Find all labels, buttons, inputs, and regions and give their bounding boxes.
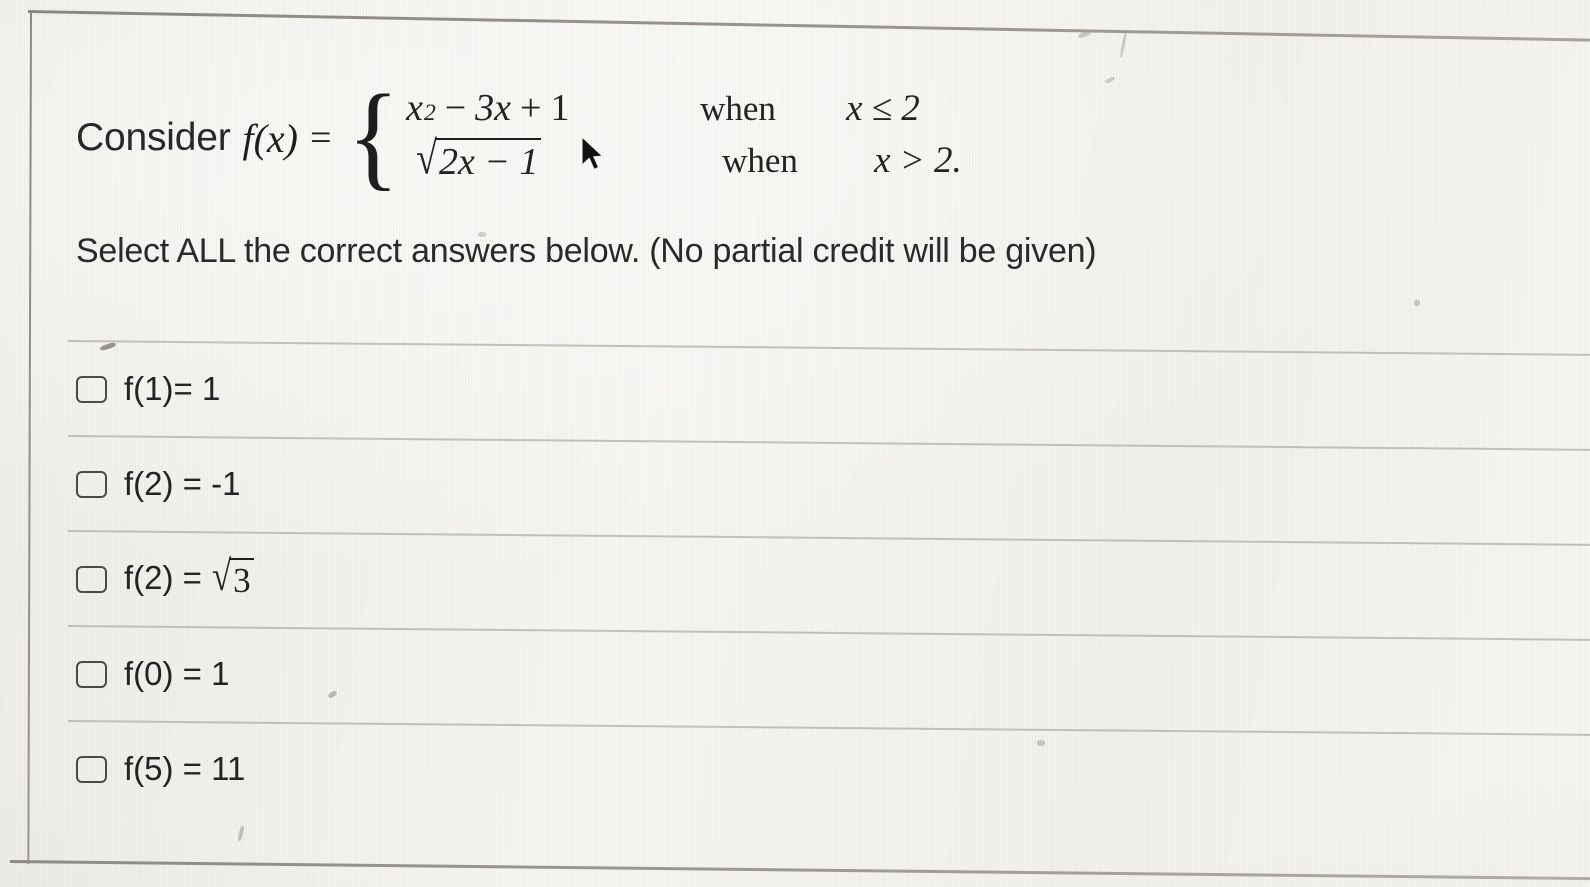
piecewise-branches: x2 − 3x + 1 when x ≤ 2 √ 2x − 1 when x >… xyxy=(406,86,962,190)
branch-1-plus: + xyxy=(520,87,542,129)
question-content: Consider f(x) = { x2 − 3x + 1 when x ≤ 2 xyxy=(0,0,1590,887)
branch-1-term3: 1 xyxy=(550,87,570,129)
answer-option-2-label: f(2) = -1 xyxy=(124,465,241,502)
answer-option-3-text: f(2) = xyxy=(124,559,202,597)
checkbox-option-2[interactable] xyxy=(76,470,107,498)
branch-1-when-label: when xyxy=(700,89,776,128)
branch-1-term2: 3x xyxy=(475,87,512,129)
branch-1-condition: x ≤ 2 xyxy=(846,88,920,129)
option-separator xyxy=(67,625,1590,641)
answer-option-3-label: f(2) = √ 3 xyxy=(124,552,254,600)
radical-group: √ 3 xyxy=(212,552,254,600)
answer-option-5[interactable]: f(5) = 11 xyxy=(76,743,245,795)
answer-option-3-radicand: 3 xyxy=(229,558,254,600)
branch-2-radical: √ 2x − 1 xyxy=(416,133,542,184)
branch-1-base: x xyxy=(406,87,423,129)
branch-1-expression: x2 − 3x + 1 xyxy=(406,86,666,130)
screen-photo: Consider f(x) = { x2 − 3x + 1 when x ≤ 2 xyxy=(0,0,1590,887)
option-separator xyxy=(67,340,1590,356)
option-separator xyxy=(67,435,1590,451)
checkbox-option-4[interactable] xyxy=(76,660,107,688)
option-separator xyxy=(67,530,1590,546)
function-label: f(x) xyxy=(242,115,298,161)
answer-option-1-label: f(1)= 1 xyxy=(124,370,221,407)
answer-option-5-label: f(5) = 11 xyxy=(124,750,246,787)
piecewise-branch-1: x2 − 3x + 1 when x ≤ 2 xyxy=(406,86,962,138)
checkbox-option-5[interactable] xyxy=(76,755,107,783)
equals-sign: = xyxy=(310,117,332,159)
answer-option-1[interactable]: f(1)= 1 xyxy=(76,363,220,415)
branch-2-condition: x > 2. xyxy=(874,140,962,181)
option-separator xyxy=(67,720,1590,736)
answer-option-3[interactable]: f(2) = √ 3 xyxy=(76,552,254,605)
answer-option-4-label: f(0) = 1 xyxy=(124,655,230,692)
branch-1-exponent: 2 xyxy=(423,100,436,126)
checkbox-option-1[interactable] xyxy=(76,375,107,403)
branch-2-expression: √ 2x − 1 xyxy=(406,133,676,184)
branch-2-when-label: when xyxy=(722,141,798,180)
answer-option-2[interactable]: f(2) = -1 xyxy=(76,458,240,510)
question-stem: Consider f(x) = { x2 − 3x + 1 when x ≤ 2 xyxy=(76,70,962,202)
consider-label: Consider xyxy=(76,116,231,159)
piecewise-brace: { xyxy=(347,70,400,202)
piecewise-branch-2: √ 2x − 1 when x > 2. xyxy=(406,133,962,190)
answer-option-3-radical: √ 3 xyxy=(212,552,254,600)
radical-sign-icon: √ xyxy=(211,552,232,600)
instruction-prompt: Select ALL the correct answers below. (N… xyxy=(76,232,1097,270)
radical-sign-icon: √ xyxy=(416,133,437,185)
branch-2-radicand: 2x − 1 xyxy=(434,138,542,183)
branch-1-minus: − xyxy=(444,87,467,129)
answer-option-4[interactable]: f(0) = 1 xyxy=(76,648,229,700)
checkbox-option-3[interactable] xyxy=(76,565,107,593)
